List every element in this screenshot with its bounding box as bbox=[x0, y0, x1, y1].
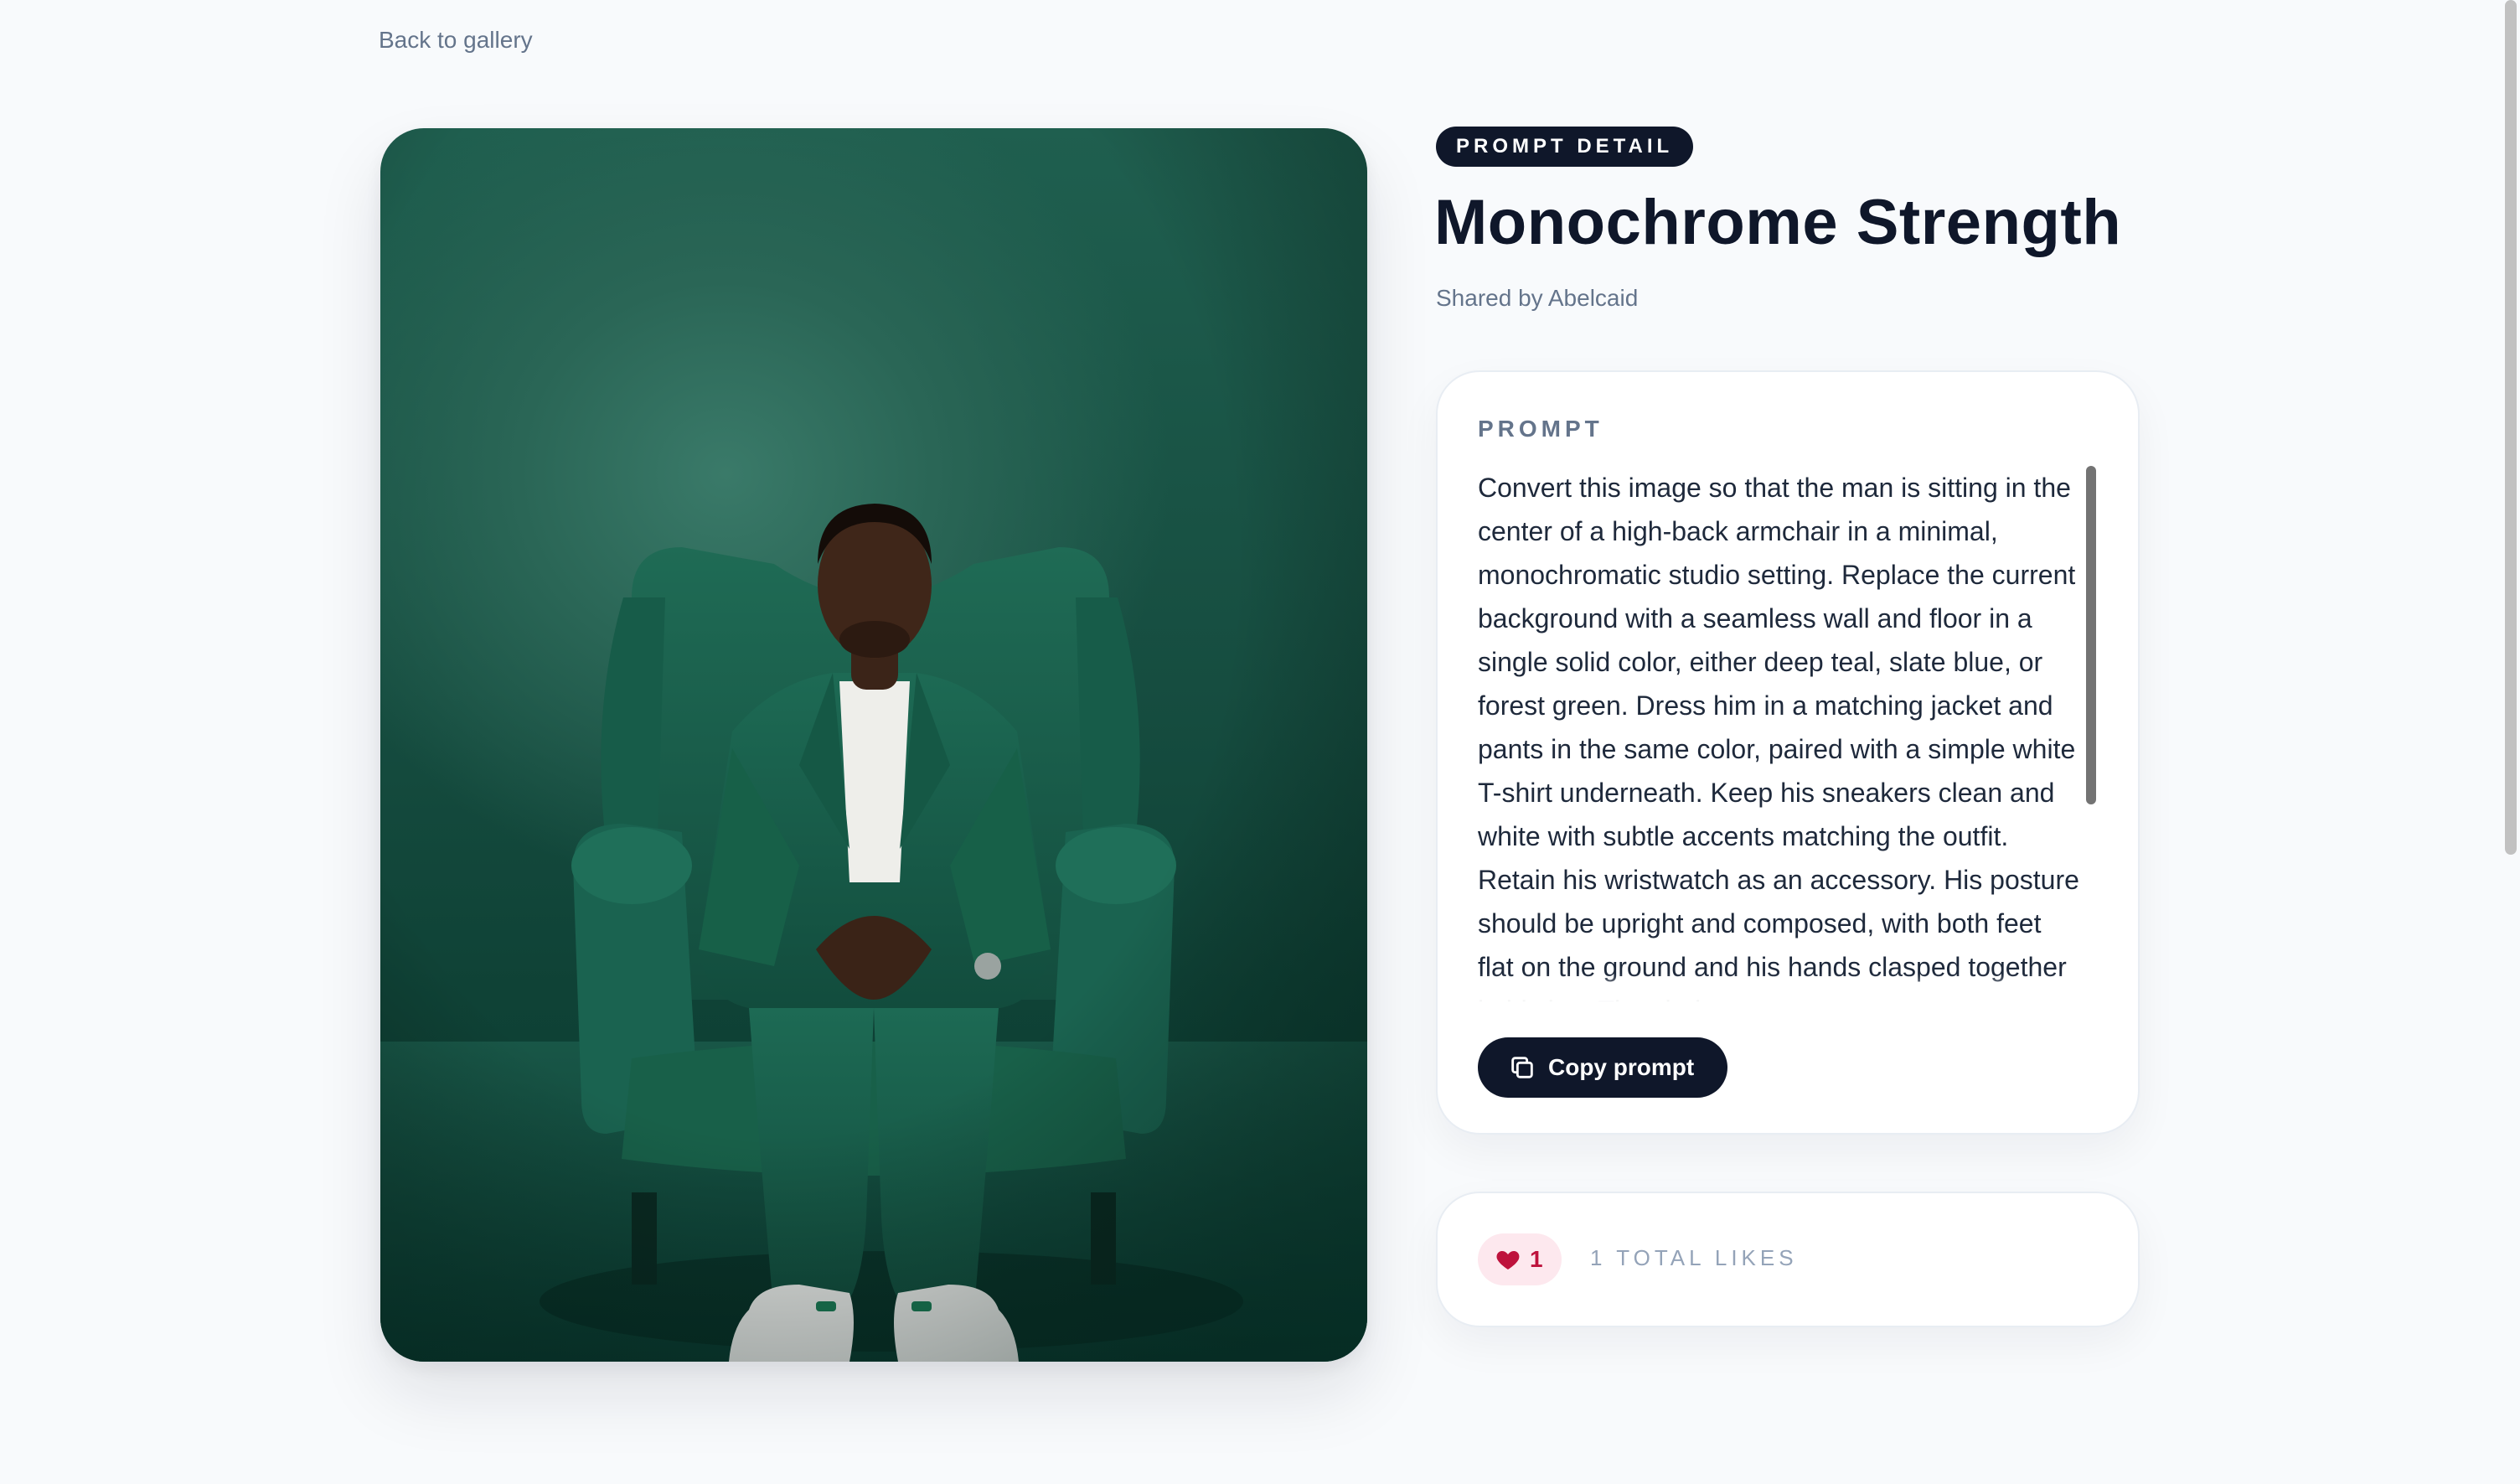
prompt-detail-page: Back to gallery PROMPT DETAIL Monochrome… bbox=[0, 0, 2520, 1484]
prompt-card: PROMPT Convert this image so that the ma… bbox=[1436, 370, 2140, 1135]
shared-by-text: Shared by Abelcaid bbox=[1436, 285, 1639, 311]
like-count: 1 bbox=[1530, 1246, 1543, 1272]
heart-icon bbox=[1495, 1246, 1521, 1273]
prompt-text-scroll-area[interactable]: Convert this image so that the man is si… bbox=[1478, 466, 2081, 1002]
likes-card: 1 1 TOTAL LIKES bbox=[1436, 1192, 2140, 1327]
page-scrollbar[interactable] bbox=[2505, 0, 2517, 855]
prompt-scrollbar[interactable] bbox=[2086, 466, 2096, 1002]
page-title: Monochrome Strength bbox=[1434, 187, 2122, 258]
back-to-gallery-link[interactable]: Back to gallery bbox=[379, 27, 533, 54]
prompt-scrollbar-thumb[interactable] bbox=[2086, 466, 2096, 804]
prompt-section-label: PROMPT bbox=[1478, 416, 1603, 442]
prompt-text: Convert this image so that the man is si… bbox=[1478, 473, 2079, 1002]
like-button[interactable]: 1 bbox=[1478, 1233, 1562, 1285]
portrait-illustration bbox=[380, 128, 1367, 1362]
copy-prompt-button[interactable]: Copy prompt bbox=[1478, 1037, 1728, 1098]
total-likes-label: 1 TOTAL LIKES bbox=[1590, 1245, 1798, 1270]
prompt-fade-overlay bbox=[1478, 974, 2081, 1002]
prompt-detail-badge: PROMPT DETAIL bbox=[1436, 127, 1694, 167]
prompt-image bbox=[380, 128, 1367, 1362]
copy-prompt-label: Copy prompt bbox=[1548, 1054, 1695, 1080]
copy-icon bbox=[1508, 1053, 1536, 1082]
